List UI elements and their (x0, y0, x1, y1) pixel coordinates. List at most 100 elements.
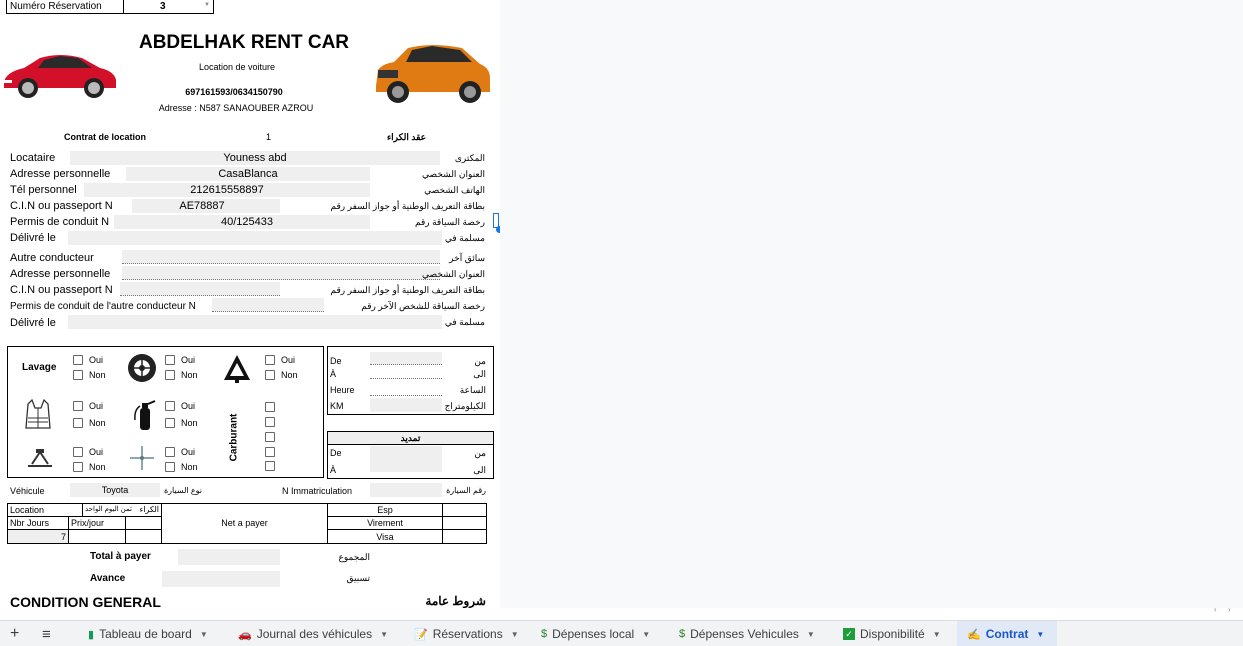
document-icon: 📝 (414, 628, 428, 641)
wheel-oui-checkbox[interactable] (165, 355, 175, 365)
ext-de-field[interactable] (370, 446, 442, 472)
tab-disponibilite[interactable]: ✓ Disponibilité ▼ (835, 621, 949, 646)
tab-journal-des-vehicules[interactable]: 🚗 Journal des véhicules ▼ (230, 621, 396, 646)
wrench-non-checkbox[interactable] (165, 462, 175, 472)
fuel-level-4-checkbox[interactable] (265, 447, 275, 457)
tab-label: Tableau de board (99, 627, 192, 641)
chart-icon: ▮ (88, 628, 95, 641)
extinguisher-non-checkbox[interactable] (165, 418, 175, 428)
extinguisher-oui-checkbox[interactable] (165, 401, 175, 411)
non-label: Non (89, 462, 106, 472)
prix-jour-cell: Prix/jour (68, 516, 126, 530)
all-sheets-button[interactable]: ≡ (42, 621, 51, 646)
spare-wheel-icon (128, 354, 156, 382)
conditions-title: CONDITION GENERAL (10, 594, 161, 608)
vest-oui-checkbox[interactable] (73, 401, 83, 411)
chevron-down-icon[interactable]: ▼ (380, 630, 388, 639)
autre-cin-field[interactable] (120, 282, 280, 296)
reservation-select[interactable]: 3 ▼ (124, 0, 214, 14)
chevron-down-icon[interactable]: ▼ (642, 630, 650, 639)
tab-contrat[interactable]: ✍ Contrat ▼ (957, 621, 1057, 646)
autre-conducteur-label-ar: سائق آخر (449, 253, 485, 263)
warning-triangle-icon (224, 355, 250, 383)
oui-label: Oui (181, 401, 196, 411)
vest-non-checkbox[interactable] (73, 418, 83, 428)
location-label-ar: الكراء (139, 505, 159, 514)
jack-oui-checkbox[interactable] (73, 447, 83, 457)
days-value-cell[interactable]: 7 (7, 529, 69, 544)
total-field[interactable] (178, 549, 280, 565)
heure-label: Heure (330, 385, 355, 395)
checkbox-icon: ✓ (843, 628, 855, 640)
oui-label: Oui (281, 355, 296, 365)
safety-vest-icon (25, 398, 51, 429)
heure-field[interactable] (370, 383, 442, 396)
net-cell: Net a payer (161, 503, 328, 544)
oui-label: Oui (181, 447, 196, 457)
chevron-down-icon[interactable]: ▼ (933, 630, 941, 639)
oui-label: Oui (89, 447, 104, 457)
location-label: Location (10, 505, 45, 515)
triangle-oui-checkbox[interactable] (265, 355, 275, 365)
fuel-level-1-checkbox[interactable] (265, 402, 275, 412)
km-field[interactable] (370, 398, 442, 412)
money-icon: $ (541, 628, 548, 640)
locataire-label: Locataire (10, 152, 56, 164)
lavage-non-checkbox[interactable] (73, 370, 83, 380)
chevron-down-icon[interactable]: ▼ (1036, 630, 1044, 639)
esp-label: Esp (377, 505, 393, 515)
date-a-label-ar: الى (473, 369, 486, 379)
chevron-down-icon[interactable]: ▼ (200, 630, 208, 639)
date-a-field[interactable] (370, 366, 442, 379)
scroll-right-icon[interactable]: › (1228, 605, 1231, 614)
delivre-label: Délivré le (10, 232, 56, 244)
vehicule-label: Véhicule (10, 486, 45, 496)
company-phones: 697161593/0634150790 (185, 87, 283, 97)
avance-label: Avance (90, 573, 126, 584)
esp-value-cell[interactable] (442, 503, 487, 517)
tab-depenses-vehicules[interactable]: $ Dépenses Vehicules ▼ (671, 621, 823, 646)
immat-label-ar: رقم السيارة (446, 486, 486, 495)
virement-value-cell[interactable] (442, 516, 487, 530)
autre-permis-field[interactable] (212, 298, 324, 312)
tab-label: Réservations (432, 627, 503, 641)
autre-cin-label-ar: بطاقة التعريف الوطنية أو جواز السفر رقم (330, 285, 486, 295)
prix-value-cell[interactable] (68, 529, 126, 544)
lug-wrench-icon (130, 446, 154, 470)
scroll-left-icon[interactable]: ‹ (1214, 605, 1217, 614)
fuel-level-3-checkbox[interactable] (265, 432, 275, 442)
date-de-field[interactable] (370, 352, 442, 365)
tab-label: Dépenses Vehicules (690, 627, 799, 641)
prix-jour-label: Prix/jour (71, 518, 105, 528)
location-ar-cell: الكراء ثمن اليوم الواحد (82, 503, 162, 517)
chevron-down-icon[interactable]: ▼ (511, 630, 519, 639)
jack-non-checkbox[interactable] (73, 462, 83, 472)
visa-value-cell[interactable] (442, 529, 487, 544)
price-total-cell (125, 529, 162, 544)
tab-depenses-local[interactable]: $ Dépenses local ▼ (533, 621, 658, 646)
add-sheet-button[interactable]: + (10, 621, 19, 646)
company-tagline: Location de voiture (198, 62, 276, 72)
tab-tableau-de-board[interactable]: ▮ Tableau de board ▼ (80, 621, 216, 646)
fuel-level-2-checkbox[interactable] (265, 417, 275, 427)
tab-label: Journal des véhicules (256, 627, 373, 641)
conditions-title-ar: شروط عامة (425, 594, 486, 608)
triangle-non-checkbox[interactable] (265, 370, 275, 380)
autre-adresse-label-ar: العنوان الشخصي (422, 269, 485, 279)
autre-permis-label-ar: رخصة السياقة للشخص الآخر رقم (361, 301, 485, 311)
avance-field[interactable] (162, 571, 280, 587)
km-label-ar: الكيلومتراج (444, 401, 486, 411)
fuel-level-5-checkbox[interactable] (265, 461, 275, 471)
wheel-non-checkbox[interactable] (165, 370, 175, 380)
lavage-oui-checkbox[interactable] (73, 355, 83, 365)
tab-reservations[interactable]: 📝 Réservations ▼ (406, 621, 527, 646)
reservation-select-value: 3 (160, 1, 166, 12)
immat-label: N Immatriculation (282, 486, 353, 496)
cin-label-ar: بطاقة التعريف الوطنية أو جواز السفر رقم (330, 201, 486, 211)
immat-field[interactable] (370, 483, 442, 497)
extension-title: تمديد (400, 433, 421, 443)
chevron-down-icon[interactable]: ▼ (807, 630, 815, 639)
wrench-oui-checkbox[interactable] (165, 447, 175, 457)
autre-adresse-label: Adresse personnelle (10, 268, 111, 280)
tab-label: Disponibilité (860, 627, 925, 641)
